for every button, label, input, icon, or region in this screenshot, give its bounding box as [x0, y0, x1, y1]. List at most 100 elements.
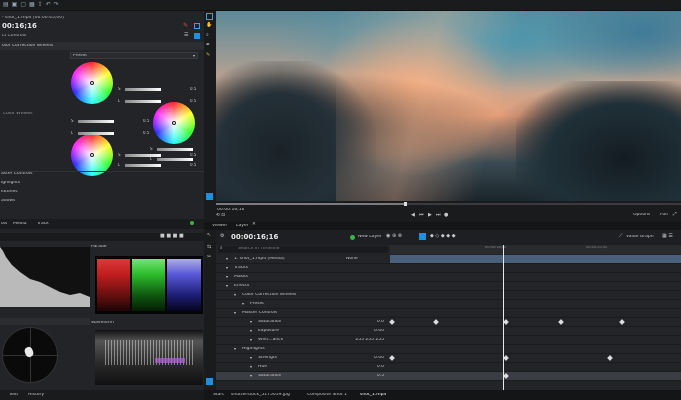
tab-track[interactable]: Track [37, 222, 49, 227]
slider-value[interactable]: 0.5 [190, 87, 196, 91]
options-menu[interactable]: Options [633, 213, 650, 218]
new-layer-button[interactable]: New Layer [358, 235, 382, 240]
undo-icon[interactable]: ↶ [46, 2, 51, 8]
timeline-row-value[interactable]: 0.5 [326, 374, 384, 379]
chevron-down-icon[interactable]: ▾ [250, 365, 252, 369]
prev-frame-icon[interactable]: ◀ [411, 213, 415, 218]
chevron-down-icon[interactable]: ▾ [226, 266, 228, 270]
slip-tool-icon[interactable]: ⇆ [207, 245, 211, 250]
slider-track[interactable] [125, 88, 161, 91]
wheel-slider-row[interactable]: L 0.5 [71, 131, 151, 137]
timeline-row-value[interactable]: 255 255 255 [326, 338, 384, 343]
slider-value[interactable]: 0.5 [143, 119, 149, 123]
tab-controls[interactable]: ols [1, 222, 7, 227]
timeline-row-value[interactable]: 0.00 [326, 356, 384, 361]
slider-track[interactable] [157, 148, 193, 151]
section-highlights[interactable]: ighlights [1, 181, 20, 186]
wheel-handle[interactable] [172, 121, 176, 125]
tab-history[interactable]: History [28, 393, 44, 398]
redo-icon[interactable]: ↷ [54, 2, 59, 8]
layout-icon[interactable]: ▤ [3, 2, 9, 8]
section-shadows[interactable]: adows [1, 199, 15, 204]
keyframe[interactable] [389, 319, 395, 325]
timeline-row[interactable]: ▾ Exposure 0.00 [216, 327, 681, 336]
settings-icon[interactable]: ☰ [184, 33, 188, 38]
zoom-select[interactable]: Full [660, 213, 668, 218]
timeline-ruler[interactable]: 00:00:16;00 00:00:20;00 [390, 245, 681, 254]
hand-tool-icon[interactable]: ✋ [206, 23, 212, 28]
chevron-down-icon[interactable]: ▾ [234, 347, 236, 351]
tab-composite[interactable]: Composite Shot 1 [307, 393, 347, 398]
blend-mode-select[interactable]: None [346, 257, 358, 262]
slider-track[interactable] [125, 100, 161, 103]
timeline-playhead[interactable] [503, 245, 504, 390]
chevron-down-icon[interactable]: ▾ [226, 275, 228, 279]
layout-icon[interactable] [194, 23, 200, 29]
new-layer-icon[interactable] [350, 235, 355, 240]
chevron-down-icon[interactable]: ▾ [250, 338, 252, 342]
tab-shot[interactable]: shot_1.mp4 [360, 393, 386, 398]
timeline-row[interactable]: ▾ Saturation 0.5 [216, 372, 681, 381]
chevron-down-icon[interactable]: ▾ [234, 311, 236, 315]
tab-image[interactable]: shutterstock_5175059.jpg [231, 393, 290, 398]
keyframe[interactable] [607, 355, 613, 361]
wheel-handle[interactable] [90, 81, 94, 85]
stop-icon[interactable]: ⏮ [419, 213, 424, 218]
expand-icon[interactable] [206, 193, 213, 200]
timeline-row[interactable]: ▾ Masks [216, 273, 681, 282]
tab-layer[interactable]: Layer [236, 224, 249, 229]
export-icon[interactable]: ⇪ [38, 2, 43, 8]
scope-menu-icon[interactable]: ■ ■ ■ ■ [160, 234, 184, 239]
color-wheel-1[interactable] [71, 62, 113, 104]
wheel-handle[interactable] [90, 153, 94, 157]
timeline-row[interactable]: ▾ Saturation 0.0 [216, 318, 681, 327]
keyframe[interactable] [433, 319, 439, 325]
tab-start[interactable]: Start [213, 393, 224, 398]
keyframe[interactable] [619, 319, 625, 325]
timeline-row[interactable]: ▾ Effects [216, 282, 681, 291]
chevron-down-icon[interactable]: ▾ [226, 257, 228, 261]
tab-text[interactable]: Text [9, 393, 18, 398]
slider-track[interactable] [125, 164, 161, 167]
timeline-row[interactable]: ▾ Whit...ance 255 255 255 [216, 336, 681, 345]
timeline-row[interactable]: ▾ Hue 0.0 [216, 363, 681, 372]
slider-value[interactable]: 0.5 [143, 131, 149, 135]
timeline-search[interactable]: ⌕ Search in Timeline [218, 246, 388, 253]
timeline-row[interactable]: ▾ Master Controls [216, 309, 681, 318]
slider-track[interactable] [78, 132, 114, 135]
wheel-slider-row[interactable]: S 0.5 [118, 87, 198, 93]
razor-tool-icon[interactable]: ✂ [207, 255, 211, 260]
timeline-row[interactable]: ▾ Strength 0.00 [216, 354, 681, 363]
chevron-down-icon[interactable]: ▾ [250, 320, 252, 324]
blue-toggle-icon[interactable] [194, 33, 200, 39]
timeline-row[interactable]: ▾ Highlights [216, 345, 681, 354]
close-icon[interactable]: ✕ [252, 222, 256, 228]
wheel-slider-row[interactable]: L 0.5 [118, 163, 198, 169]
timeline-row-value[interactable]: 0.00 [326, 329, 384, 334]
timeline-row-value[interactable]: 0.0 [326, 365, 384, 370]
wheel-slider-row[interactable]: L 0.5 [118, 99, 198, 105]
timeline-row-value[interactable]: 0.0 [326, 320, 384, 325]
chevron-down-icon[interactable]: ▾ [234, 293, 236, 297]
timeline-row[interactable]: ▾ Tracks [216, 264, 681, 273]
color-picker-icon[interactable]: ✎ [183, 23, 188, 29]
viewer-canvas[interactable] [216, 11, 681, 201]
scrub-bar[interactable] [216, 202, 681, 206]
next-frame-icon[interactable]: ⏭ [436, 213, 441, 218]
keyframe[interactable] [503, 319, 509, 325]
playhead-marker[interactable] [404, 202, 407, 206]
preset-select[interactable]: Preset ▾ [70, 52, 198, 59]
transport-icons[interactable]: ◉ ⊕ ⊗ [386, 234, 402, 239]
chevron-down-icon[interactable]: ▾ [226, 284, 228, 288]
keyframe[interactable] [503, 373, 509, 379]
color-wheel-3[interactable] [71, 134, 113, 176]
keyframe[interactable] [558, 319, 564, 325]
snap-icon[interactable] [419, 233, 426, 240]
brush-tool-icon[interactable]: ✎ [206, 53, 210, 58]
slider-track[interactable] [157, 158, 193, 161]
slider-value[interactable]: 0.5 [190, 99, 196, 103]
select-tool-icon[interactable] [206, 13, 213, 20]
timeline-row[interactable]: ▾ Color Correction Wheels [216, 291, 681, 300]
pen-tool-icon[interactable]: ✒ [206, 43, 210, 48]
timeline-settings-icon[interactable]: ⚙ [220, 234, 224, 239]
